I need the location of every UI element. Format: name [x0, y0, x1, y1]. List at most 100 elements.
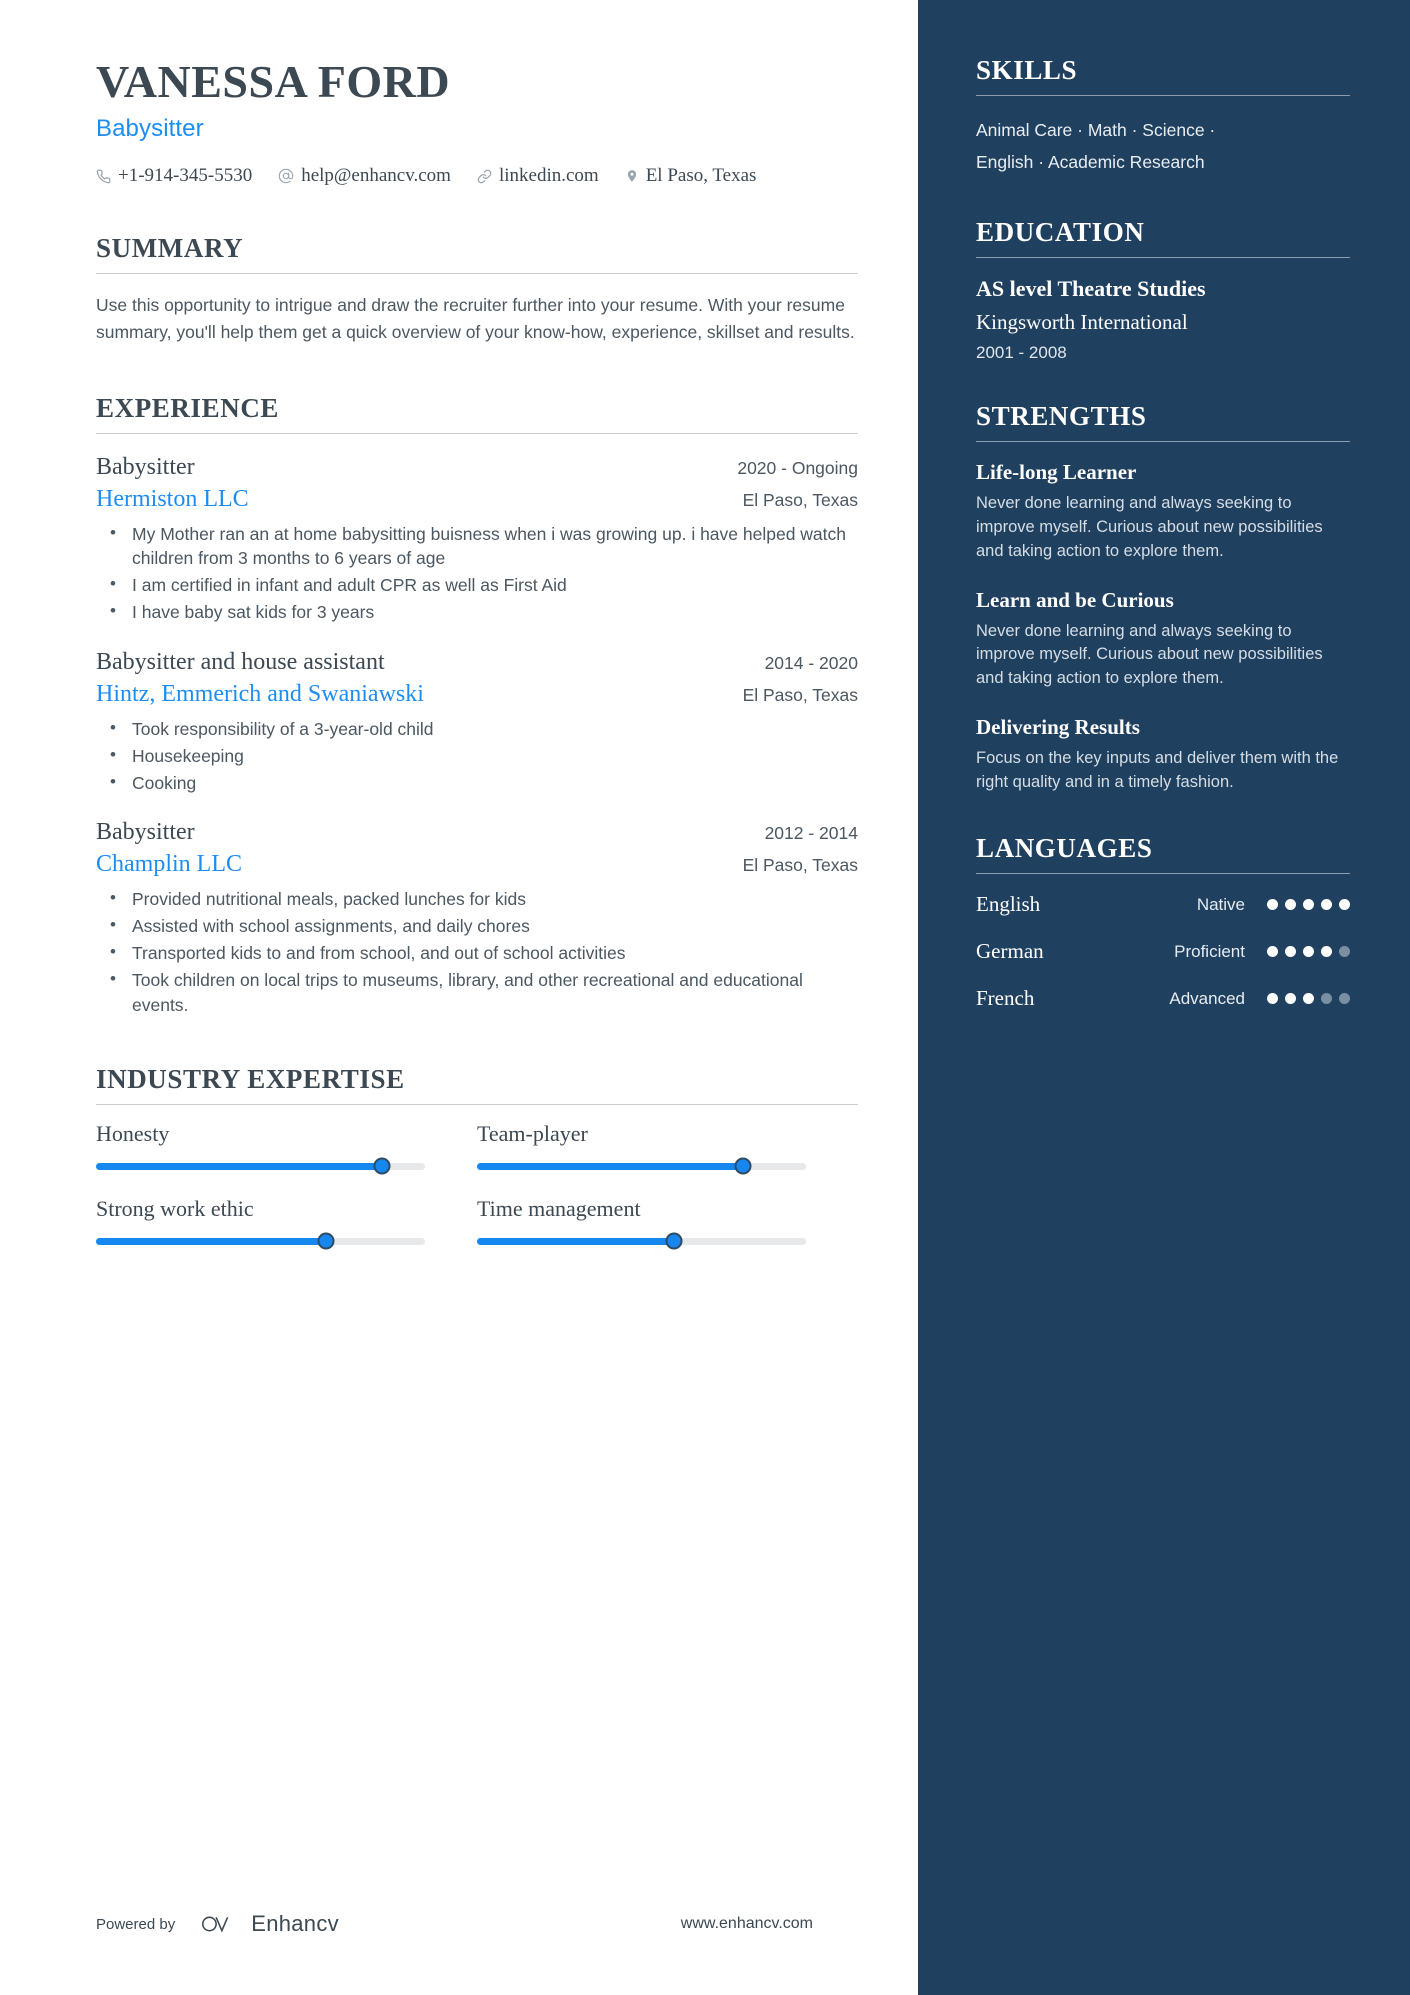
experience-item: Babysitter 2012 - 2014 Champlin LLC El Paso…	[96, 819, 858, 1017]
experience-bullet: Housekeeping	[108, 743, 848, 769]
contact-email[interactable]: help@enhancv.com	[278, 165, 451, 187]
summary-heading: SUMMARY	[96, 233, 244, 264]
industry-expertise-heading: INDUSTRY EXPERTISE	[96, 1063, 405, 1094]
experience-section: EXPERIENCE Babysitter 2020 - Ongoing Hermi…	[96, 393, 858, 1018]
experience-role: Babysitter	[96, 453, 195, 480]
experience-item-header: Babysitter 2020 - Ongoing	[96, 454, 858, 481]
experience-item-header: Babysitter and house assistant 2014 - 202…	[96, 649, 858, 676]
expertise-slider-fill	[477, 1237, 675, 1245]
experience-divider	[96, 432, 858, 434]
strength-description: Never done learning and always seeking t…	[976, 493, 1323, 560]
expertise-slider[interactable]: Honesty	[96, 1121, 477, 1175]
strength-item: Delivering Results Focus on the key input…	[976, 715, 1350, 795]
phone-icon	[96, 169, 111, 184]
rating-dot-filled	[1267, 899, 1278, 911]
languages-list: English Native German Proficient French Advan…	[976, 892, 1350, 1011]
experience-item: Babysitter and house assistant 2014 - 202…	[96, 649, 858, 796]
powered-by-label: Powered by	[96, 1915, 176, 1933]
strengths-section: STRENGTHS Life-long Learner Never done le…	[976, 401, 1350, 795]
language-level: Advanced	[1169, 988, 1245, 1008]
experience-heading: EXPERIENCE	[96, 392, 280, 423]
language-rating-dots	[1267, 946, 1350, 958]
experience-item-header: Babysitter 2012 - 2014	[96, 819, 858, 846]
industry-expertise-section: INDUSTRY EXPERTISE Honesty Team-player Str…	[96, 1064, 858, 1271]
enhancv-brand-name: Enhancv	[251, 1911, 339, 1936]
strength-title: Learn and be Curious	[976, 587, 1174, 612]
experience-bullet: Cooking	[108, 770, 848, 796]
languages-section: LANGUAGES English Native German Proficient F…	[976, 833, 1350, 1011]
skills-section: SKILLS Animal Care · Math · Science · En…	[976, 55, 1350, 179]
expertise-slider[interactable]: Strong work ethic	[96, 1196, 477, 1250]
language-name: English	[976, 892, 1041, 917]
experience-bullet-list: My Mother ran an at home babysitting bui…	[96, 521, 858, 625]
expertise-slider-knob[interactable]	[317, 1232, 335, 1250]
language-name: German	[976, 939, 1044, 964]
rating-dot-empty	[1339, 993, 1350, 1005]
strength-title: Life-long Learner	[976, 459, 1137, 484]
expertise-slider-knob[interactable]	[734, 1157, 752, 1175]
expertise-slider-label: Team-player	[477, 1120, 588, 1146]
expertise-slider[interactable]: Time management	[477, 1195, 858, 1250]
sidebar-column: SKILLS Animal Care · Math · Science · En…	[918, 0, 1410, 1995]
rating-dot-filled	[1285, 993, 1296, 1005]
language-rating-dots	[1267, 899, 1350, 911]
experience-company[interactable]: Hermiston LLC	[96, 486, 249, 513]
experience-item-subheader: Champlin LLC El Paso, Texas	[96, 851, 858, 878]
experience-item-subheader: Hermiston LLC El Paso, Texas	[96, 486, 858, 513]
resume-page: VANESSA FORD Babysitter +1-914-345-5530	[0, 0, 1410, 1995]
rating-dot-filled	[1267, 946, 1278, 958]
expertise-slider-track[interactable]	[96, 1232, 425, 1250]
skills-divider	[976, 95, 1350, 96]
strength-description: Never done learning and always seeking t…	[976, 621, 1323, 688]
experience-location: El Paso, Texas	[742, 684, 858, 705]
expertise-slider-track[interactable]	[96, 1157, 425, 1175]
rating-dot-filled	[1321, 899, 1332, 911]
expertise-slider-knob[interactable]	[373, 1157, 391, 1175]
education-school: Kingsworth International	[976, 309, 1188, 334]
language-rating-dots	[1267, 993, 1350, 1005]
contact-phone[interactable]: +1-914-345-5530	[96, 165, 252, 187]
location-pin-icon	[625, 168, 639, 184]
footer-website[interactable]: www.enhancv.com	[681, 1915, 858, 1933]
education-heading: EDUCATION	[976, 216, 1145, 247]
candidate-name: VANESSA FORD	[96, 56, 451, 107]
contact-phone-text: +1-914-345-5530	[118, 165, 253, 187]
expertise-slider[interactable]: Team-player	[477, 1120, 858, 1175]
experience-company[interactable]: Hintz, Emmerich and Swaniawski	[96, 681, 424, 708]
expertise-slider-list: Honesty Team-player Strong work ethic Time …	[96, 1121, 858, 1271]
experience-bullet: Took responsibility of a 3-year-old chil…	[108, 716, 848, 742]
experience-location: El Paso, Texas	[742, 855, 858, 876]
rating-dot-filled	[1303, 899, 1314, 911]
education-date: 2001 - 2008	[976, 342, 1067, 362]
contact-location-text: El Paso, Texas	[645, 165, 757, 187]
language-row: English Native	[976, 892, 1350, 917]
contact-linkedin-text: linkedin.com	[498, 165, 599, 187]
languages-divider	[976, 873, 1350, 875]
experience-company[interactable]: Champlin LLC	[96, 851, 242, 878]
expertise-slider-fill	[96, 1162, 383, 1170]
experience-date: 2014 - 2020	[764, 652, 858, 673]
main-column: VANESSA FORD Babysitter +1-914-345-5530	[0, 0, 918, 1995]
experience-bullet: I am certified in infant and adult CPR a…	[108, 572, 848, 598]
expertise-slider-track[interactable]	[477, 1232, 806, 1250]
skills-heading: SKILLS	[976, 55, 1078, 85]
experience-location: El Paso, Texas	[742, 489, 858, 510]
experience-bullet: My Mother ran an at home babysitting bui…	[108, 521, 848, 572]
experience-bullet: I have baby sat kids for 3 years	[108, 599, 848, 625]
experience-date: 2012 - 2014	[764, 823, 858, 844]
expertise-slider-fill	[96, 1237, 327, 1245]
contact-email-text: help@enhancv.com	[301, 165, 451, 187]
expertise-slider-track[interactable]	[477, 1157, 806, 1175]
rating-dot-filled	[1303, 993, 1314, 1005]
experience-bullet: Transported kids to and from school, and…	[108, 940, 848, 966]
language-row: German Proficient	[976, 939, 1350, 964]
expertise-slider-knob[interactable]	[665, 1232, 683, 1250]
expertise-slider-label: Time management	[477, 1195, 641, 1221]
contact-row: +1-914-345-5530 help@enhancv.com linkedi…	[96, 165, 858, 187]
language-level: Native	[1196, 894, 1245, 914]
rating-dot-filled	[1267, 993, 1278, 1005]
summary-divider	[96, 273, 858, 275]
strengths-list: Life-long Learner Never done learning and…	[976, 460, 1350, 795]
contact-linkedin[interactable]: linkedin.com	[477, 165, 599, 187]
link-icon	[477, 169, 492, 184]
